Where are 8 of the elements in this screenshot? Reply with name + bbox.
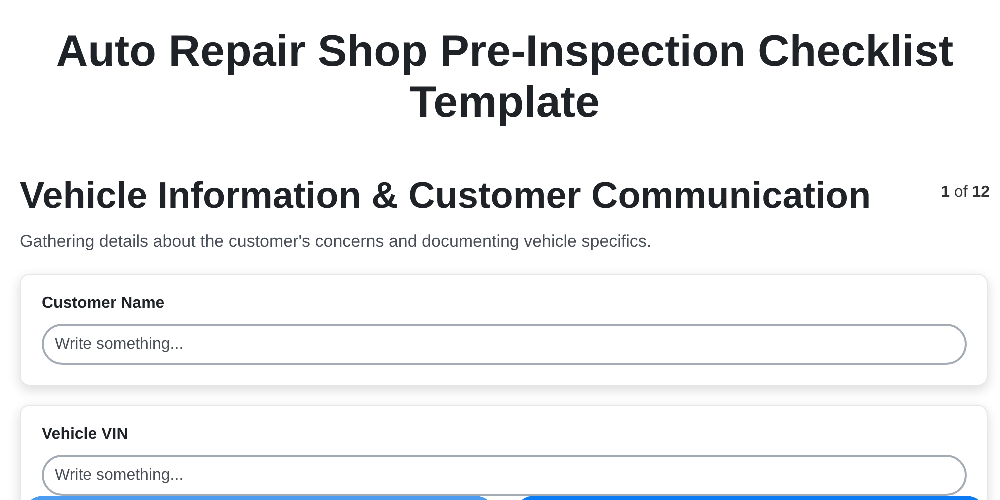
section-heading: Vehicle Information & Customer Communication <box>20 174 872 218</box>
input-field[interactable]: Write something... <box>42 455 967 496</box>
input-field[interactable]: Write something... <box>42 324 967 365</box>
field-label: Vehicle VIN <box>42 426 130 444</box>
section-description: Gathering details about the customer's concerns and documenting vehicle specifics. <box>20 232 653 252</box>
field-label: Customer Name <box>42 295 166 313</box>
page-counter: 1 of 12 <box>941 184 990 202</box>
page-title: Auto Repair Shop Pre-Inspection Checklist Template <box>55 26 955 128</box>
